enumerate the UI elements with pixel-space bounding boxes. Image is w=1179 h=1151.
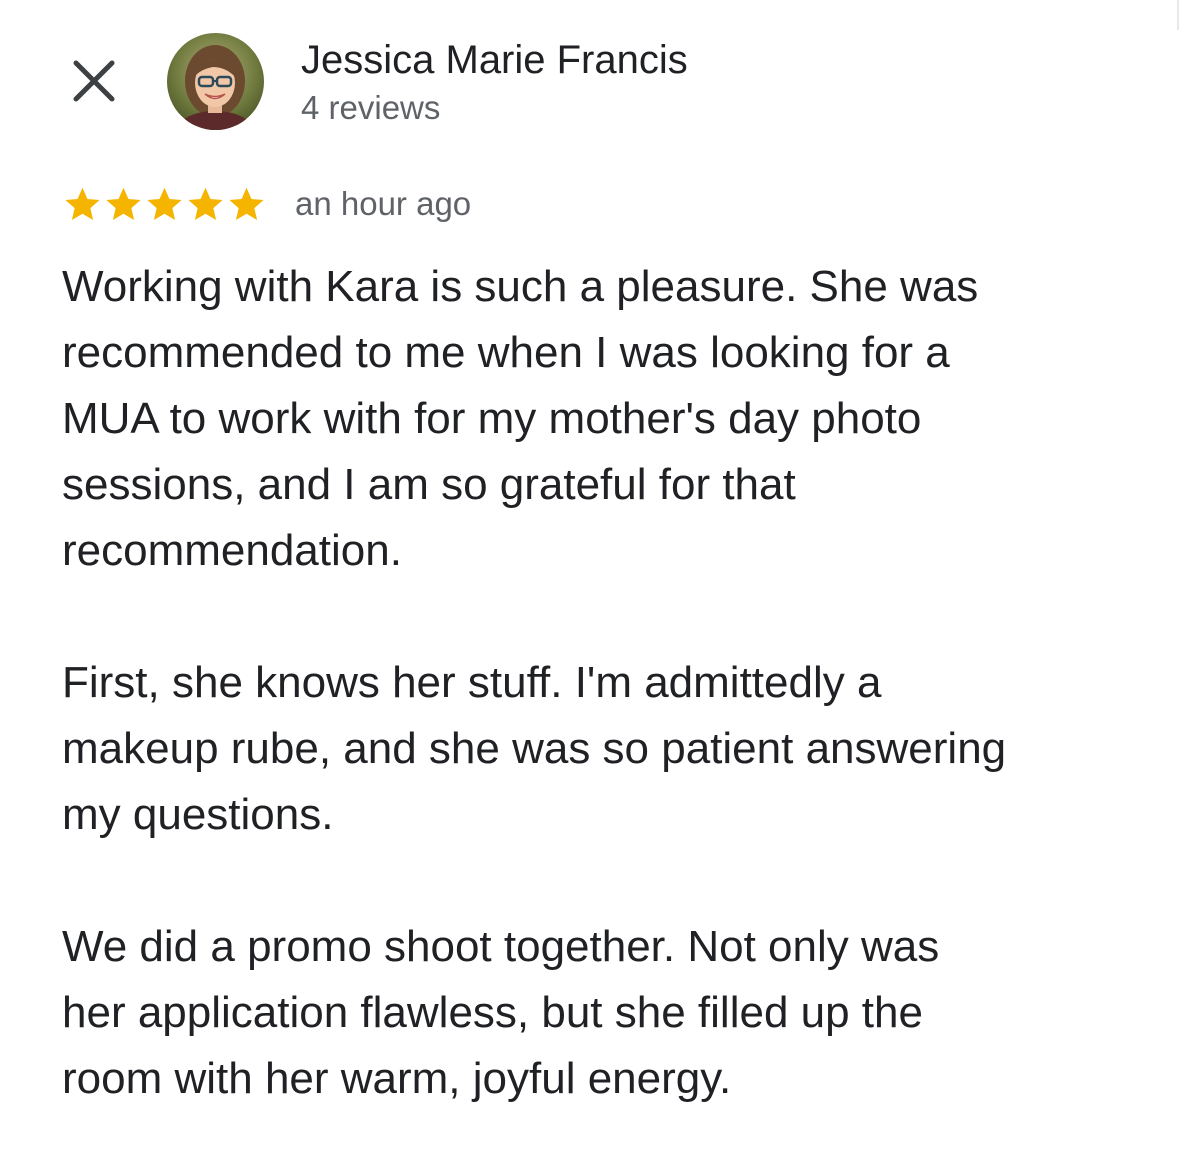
star-icon <box>188 187 223 220</box>
reviewer-name[interactable]: Jessica Marie Francis <box>301 36 688 84</box>
star-icon <box>147 187 182 220</box>
review-paragraph: Working with Kara is such a pleasure. Sh… <box>62 262 979 575</box>
review-count[interactable]: 4 reviews <box>301 88 440 128</box>
review-text: Working with Kara is such a pleasure. Sh… <box>62 254 1142 1112</box>
avatar-photo <box>167 33 264 130</box>
review-paragraph: First, she knows her stuff. I'm admitted… <box>62 658 1007 839</box>
review-timestamp: an hour ago <box>295 185 472 222</box>
star-rating <box>62 184 267 225</box>
star-icon <box>106 187 141 220</box>
close-button[interactable] <box>68 55 120 107</box>
star-icon <box>65 187 100 220</box>
avatar[interactable] <box>167 33 264 130</box>
rating-row: an hour ago <box>62 182 471 226</box>
close-icon <box>73 60 115 102</box>
star-icon <box>229 187 264 220</box>
review-paragraph: We did a promo shoot together. Not only … <box>62 922 940 1103</box>
review-header: Jessica Marie Francis 4 reviews <box>0 0 1179 150</box>
